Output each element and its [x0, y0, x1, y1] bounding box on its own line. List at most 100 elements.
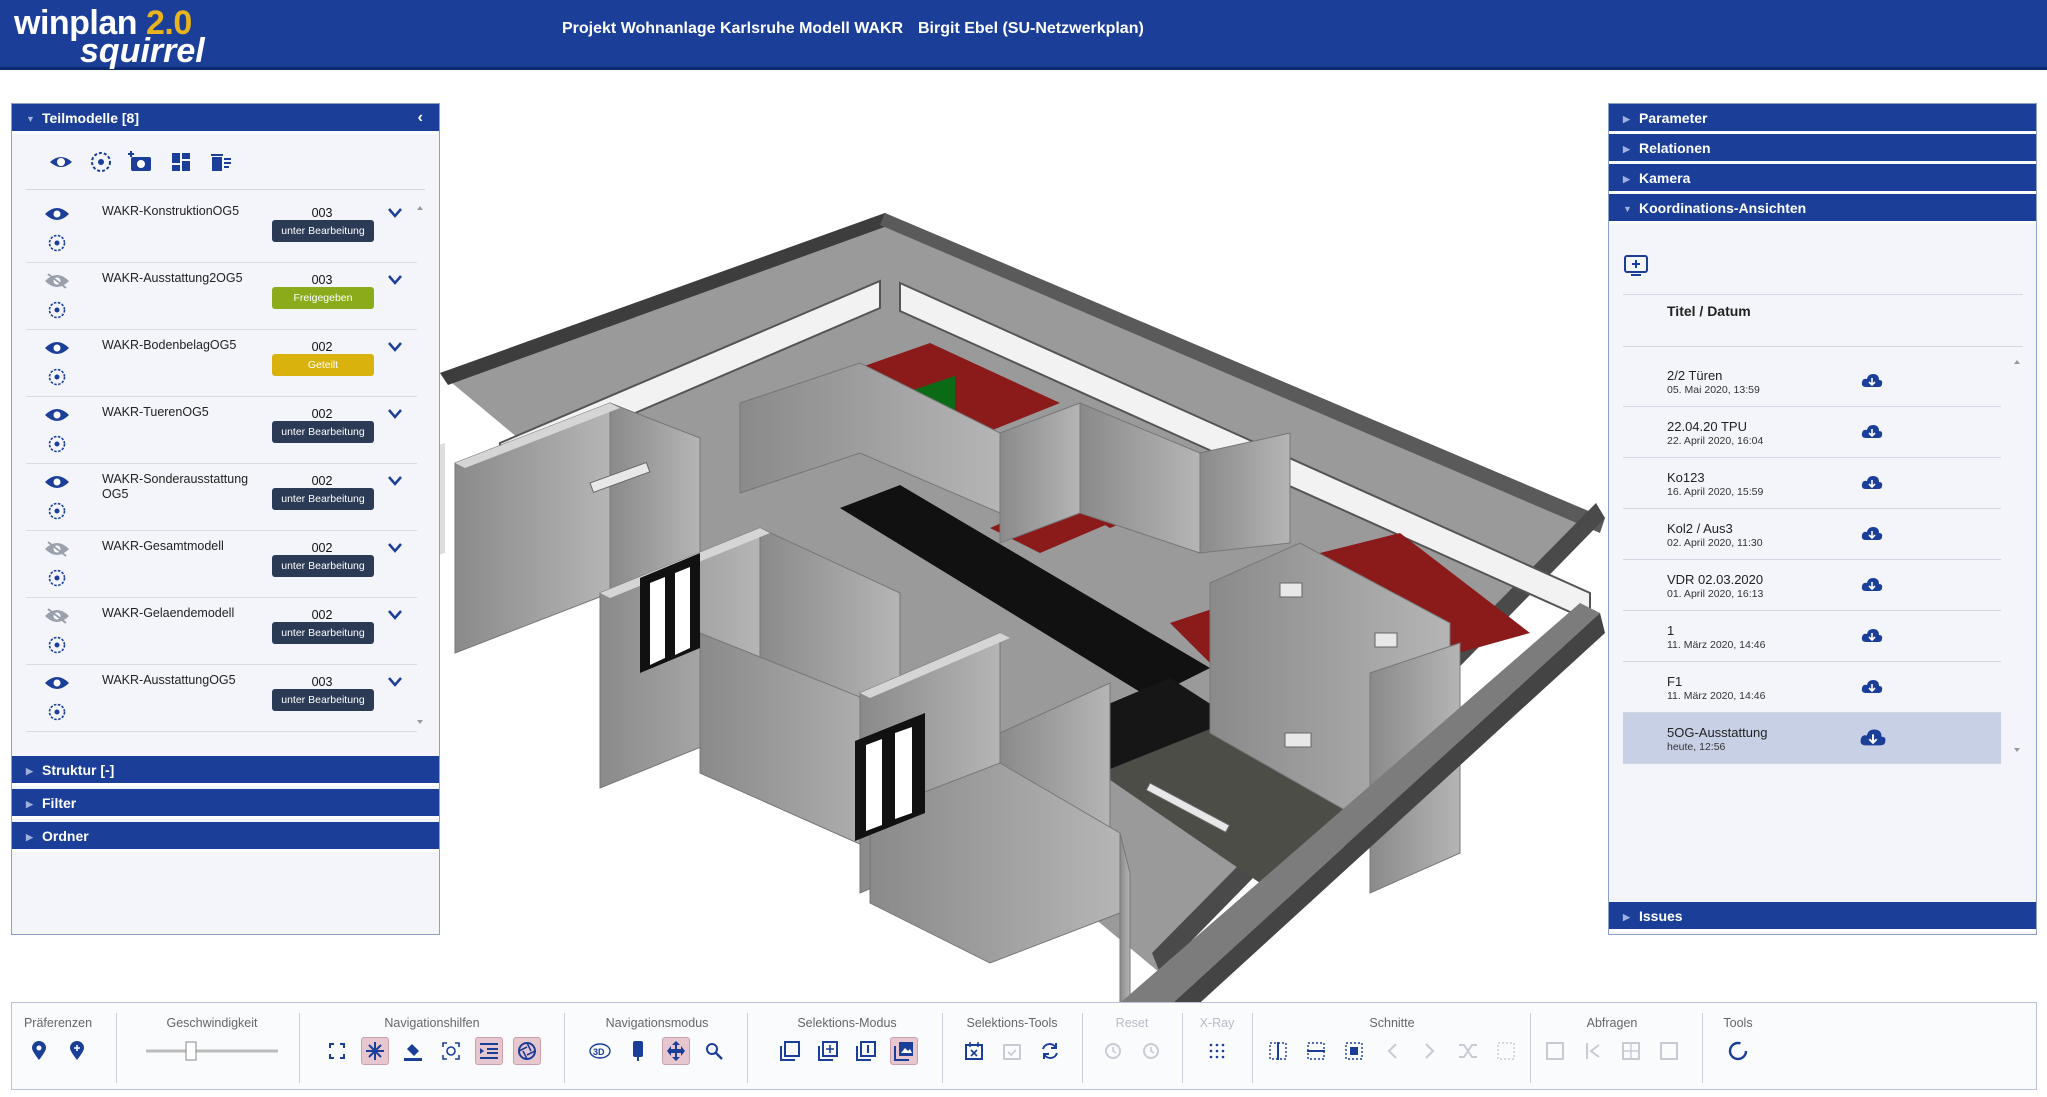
eye-icon[interactable] — [44, 340, 70, 356]
list-item[interactable]: WAKR-Gelaendemodell 002 unter Bearbeitun… — [26, 598, 417, 665]
target-icon[interactable] — [48, 435, 66, 453]
zoom-icon[interactable] — [700, 1037, 728, 1065]
loading-circle-icon[interactable] — [1724, 1037, 1752, 1065]
user-name[interactable]: Birgit Ebel (SU-Netzwerkplan) — [918, 20, 1144, 38]
delete-list-icon[interactable] — [208, 149, 234, 175]
fill-color-icon[interactable] — [399, 1037, 427, 1065]
list-item-selected[interactable]: 5OG-Ausstattung heute, 12:56 — [1623, 713, 2001, 764]
cloud-download-icon[interactable] — [1861, 474, 1883, 492]
chevron-down-icon[interactable] — [388, 208, 402, 218]
section-y-icon[interactable] — [1302, 1037, 1330, 1065]
indent-list-icon[interactable] — [475, 1037, 503, 1065]
query-area-icon[interactable] — [1541, 1037, 1569, 1065]
list-item[interactable]: VDR 02.03.2020 01. April 2020, 16:13 — [1623, 560, 2001, 611]
target-icon[interactable] — [48, 301, 66, 319]
parameter-header[interactable]: ▶ Parameter — [1609, 104, 2036, 134]
ordner-header[interactable]: ▶ Ordner — [12, 822, 439, 852]
select-single-icon[interactable] — [776, 1037, 804, 1065]
pan-arrows-icon[interactable] — [662, 1037, 690, 1065]
focus-frame-icon[interactable] — [437, 1037, 465, 1065]
calendar-clear-icon[interactable] — [960, 1037, 988, 1065]
target-icon[interactable] — [48, 502, 66, 520]
relationen-header[interactable]: ▶ Relationen — [1609, 134, 2036, 164]
xray-grid-icon[interactable] — [1203, 1037, 1231, 1065]
eye-hidden-icon[interactable] — [44, 273, 70, 289]
cloud-download-icon[interactable] — [1861, 423, 1883, 441]
list-item[interactable]: Ko123 16. April 2020, 15:59 — [1623, 458, 2001, 509]
calendar-check-icon[interactable] — [998, 1037, 1026, 1065]
struktur-header[interactable]: ▶ Struktur [-] — [12, 756, 439, 786]
section-x-icon[interactable] — [1264, 1037, 1292, 1065]
eye-hidden-icon[interactable] — [44, 608, 70, 624]
fullscreen-icon[interactable] — [323, 1037, 351, 1065]
snowflake-icon[interactable] — [361, 1037, 389, 1065]
winplan-logo[interactable]: winplan 2.0 squirrel — [14, 4, 254, 70]
list-item[interactable]: F1 11. März 2020, 14:46 — [1623, 662, 2001, 713]
eye-icon[interactable] — [48, 149, 74, 175]
eye-icon[interactable] — [44, 474, 70, 490]
column-header-titel-datum[interactable]: Titel / Datum — [1667, 303, 1751, 319]
query-grid-icon[interactable] — [1617, 1037, 1645, 1065]
collapse-panel-icon[interactable]: ‹ — [418, 109, 423, 127]
list-scrollbar[interactable] — [415, 200, 425, 730]
list-item[interactable]: WAKR-Gesamtmodell 002 unter Bearbeitung — [26, 531, 417, 598]
cloud-download-icon[interactable] — [1861, 678, 1883, 696]
chevron-left-icon[interactable] — [1378, 1037, 1406, 1065]
add-view-icon[interactable] — [1623, 254, 1649, 276]
eye-icon[interactable] — [44, 675, 70, 691]
eye-hidden-icon[interactable] — [44, 541, 70, 557]
history-icon[interactable] — [1137, 1037, 1165, 1065]
project-title[interactable]: Projekt Wohnanlage Karlsruhe Modell WAKR — [562, 20, 903, 38]
list-item[interactable]: 1 11. März 2020, 14:46 — [1623, 611, 2001, 662]
target-icon[interactable] — [88, 149, 114, 175]
speed-slider[interactable] — [142, 1037, 282, 1065]
eye-icon[interactable] — [44, 206, 70, 222]
chevron-down-icon[interactable] — [388, 275, 402, 285]
kamera-header[interactable]: ▶ Kamera — [1609, 164, 2036, 194]
list-item[interactable]: WAKR-BodenbelagOG5 002 Geteilt — [26, 330, 417, 397]
query-distance-icon[interactable] — [1579, 1037, 1607, 1065]
cloud-download-icon[interactable] — [1861, 576, 1883, 594]
chevron-down-icon[interactable] — [388, 610, 402, 620]
chevron-down-icon[interactable] — [388, 476, 402, 486]
cloud-download-icon[interactable] — [1861, 372, 1883, 390]
filter-header[interactable]: ▶ Filter — [12, 789, 439, 819]
cloud-download-icon[interactable] — [1861, 525, 1883, 543]
query-box-icon[interactable] — [1655, 1037, 1683, 1065]
walk-icon[interactable] — [624, 1037, 652, 1065]
target-icon[interactable] — [48, 234, 66, 252]
chevron-down-icon[interactable] — [388, 409, 402, 419]
select-one-icon[interactable] — [852, 1037, 880, 1065]
chevron-down-icon[interactable] — [388, 342, 402, 352]
dashboard-icon[interactable] — [168, 149, 194, 175]
location-pin-icon[interactable] — [25, 1037, 53, 1065]
target-icon[interactable] — [48, 569, 66, 587]
target-icon[interactable] — [48, 368, 66, 386]
select-image-icon[interactable] — [890, 1037, 918, 1065]
target-icon[interactable] — [48, 703, 66, 721]
list-item[interactable]: 22.04.20 TPU 22. April 2020, 16:04 — [1623, 407, 2001, 458]
select-plus-icon[interactable] — [814, 1037, 842, 1065]
chevron-down-icon[interactable] — [388, 677, 402, 687]
refresh-icon[interactable] — [1036, 1037, 1064, 1065]
list-scrollbar[interactable] — [2012, 356, 2022, 756]
list-item[interactable]: WAKR-Ausstattung2OG5 003 Freigegeben — [26, 263, 417, 330]
chevron-down-icon[interactable] — [388, 543, 402, 553]
issues-header[interactable]: ▶ Issues — [1609, 902, 2036, 932]
section-box-icon[interactable] — [1340, 1037, 1368, 1065]
orbit-3d-icon[interactable]: 3D — [586, 1037, 614, 1065]
add-camera-icon[interactable] — [128, 149, 154, 175]
cloud-download-icon[interactable] — [1859, 727, 1887, 749]
chevron-right-icon[interactable] — [1416, 1037, 1444, 1065]
aperture-icon[interactable] — [513, 1037, 541, 1065]
list-item[interactable]: Kol2 / Aus3 02. April 2020, 11:30 — [1623, 509, 2001, 560]
teilmodelle-header[interactable]: ▼ Teilmodelle [8] ‹ — [12, 104, 439, 134]
koordinations-header[interactable]: ▼ Koordinations-Ansichten — [1609, 194, 2036, 224]
target-icon[interactable] — [48, 636, 66, 654]
list-item[interactable]: WAKR-TuerenOG5 002 unter Bearbeitung — [26, 397, 417, 464]
list-item[interactable]: 2/2 Türen 05. Mai 2020, 13:59 — [1623, 356, 2001, 407]
list-item[interactable]: WAKR-SonderausstattungOG5 002 unter Bear… — [26, 464, 417, 531]
reset-icon[interactable] — [1099, 1037, 1127, 1065]
shuffle-icon[interactable] — [1454, 1037, 1482, 1065]
list-item[interactable]: WAKR-KonstruktionOG5 003 unter Bearbeitu… — [26, 196, 417, 263]
